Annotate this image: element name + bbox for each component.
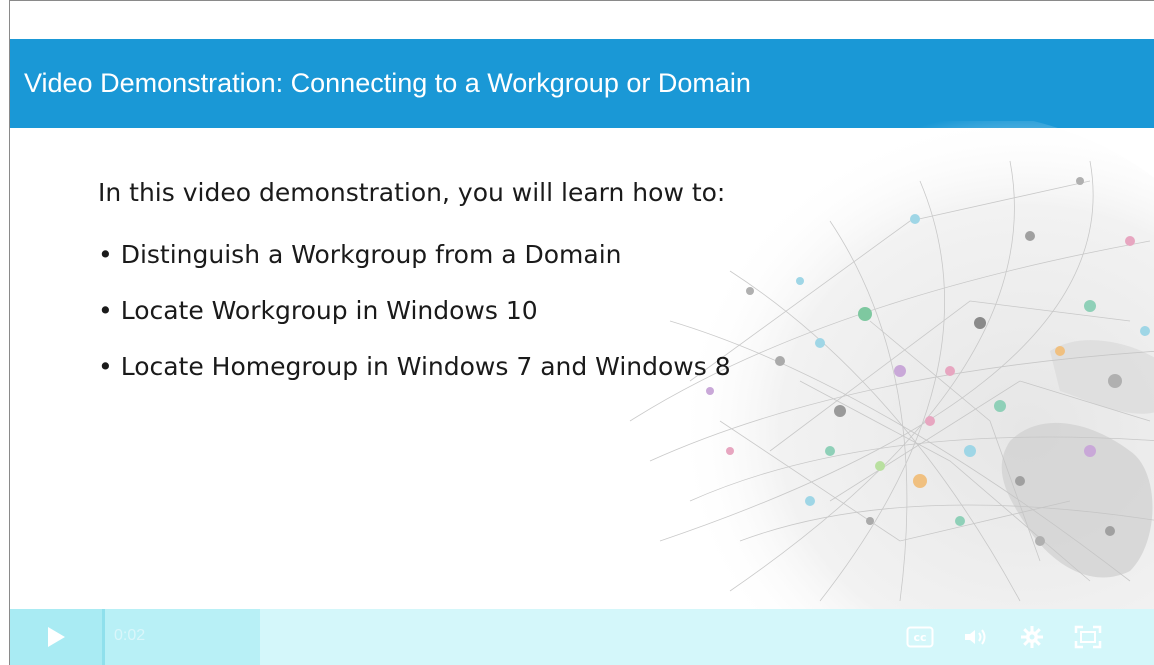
settings-button[interactable] <box>1004 609 1060 665</box>
volume-button[interactable] <box>948 609 1004 665</box>
list-item: Distinguish a Workgroup from a Domain <box>98 236 731 273</box>
current-time: 0:02 <box>114 627 146 644</box>
list-item: Locate Homegroup in Windows 7 and Window… <box>98 348 731 385</box>
learning-objectives-list: Distinguish a Workgroup from a Domain Lo… <box>98 236 731 385</box>
slide-title-bar: Video Demonstration: Connecting to a Wor… <box>10 39 1154 128</box>
fullscreen-icon <box>1074 625 1102 649</box>
slide-title: Video Demonstration: Connecting to a Wor… <box>24 68 751 98</box>
volume-icon <box>965 629 986 645</box>
closed-captions-icon: cc <box>906 626 934 648</box>
player-controls-right: cc <box>892 609 1116 665</box>
video-frame[interactable]: Video Demonstration: Connecting to a Wor… <box>10 1 1154 609</box>
closed-captions-button[interactable]: cc <box>892 609 948 665</box>
progress-bar[interactable]: 0:02 <box>102 609 892 665</box>
settings-icon <box>1021 626 1043 648</box>
play-icon <box>48 627 65 647</box>
intro-text: In this video demonstration, you will le… <box>98 178 726 207</box>
play-button[interactable] <box>10 609 102 665</box>
slide-content: In this video demonstration, you will le… <box>98 171 731 404</box>
list-item: Locate Workgroup in Windows 10 <box>98 292 731 329</box>
closed-captions-label: cc <box>913 631 926 644</box>
fullscreen-button[interactable] <box>1060 609 1116 665</box>
video-player: Video Demonstration: Connecting to a Wor… <box>9 0 1154 665</box>
player-control-bar: 0:02 cc <box>10 609 1154 665</box>
